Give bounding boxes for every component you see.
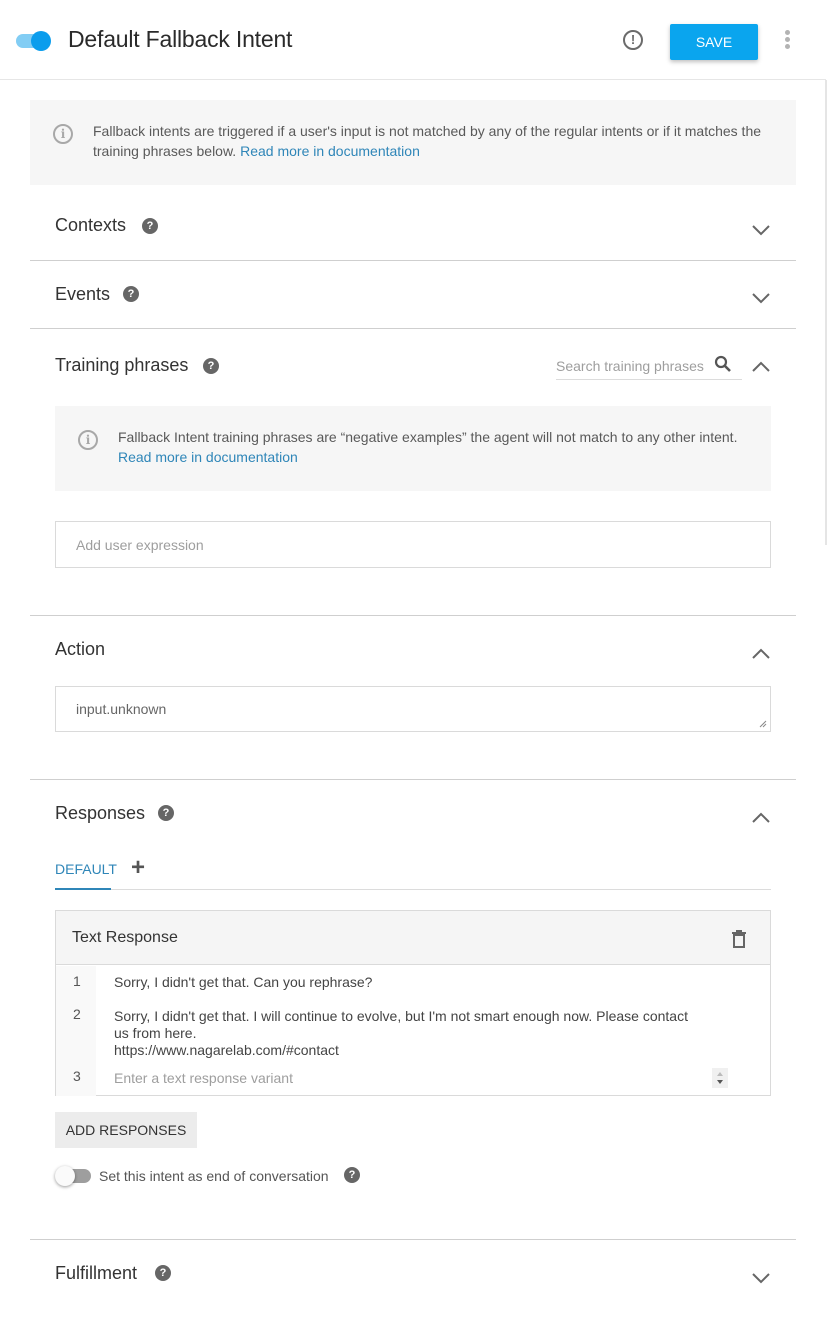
text-response-header: Text Response	[56, 911, 770, 965]
chevron-down-icon[interactable]	[751, 1272, 771, 1284]
tab-default[interactable]: DEFAULT	[55, 861, 117, 890]
chevron-down-icon[interactable]	[751, 292, 771, 304]
more-vert-icon[interactable]	[783, 30, 791, 50]
intent-title[interactable]: Default Fallback Intent	[68, 26, 292, 53]
response-variant-input[interactable]: Enter a text response variant	[114, 1070, 714, 1087]
alert-circle-icon[interactable]: !	[623, 30, 643, 50]
fallback-notice: i Fallback intents are triggered if a us…	[30, 100, 796, 185]
text-response-title: Text Response	[72, 929, 178, 946]
section-title-contexts[interactable]: Contexts	[55, 215, 126, 236]
training-phrase-search	[556, 352, 742, 380]
chevron-up-icon[interactable]	[751, 361, 771, 373]
resize-grip-icon[interactable]	[759, 720, 767, 728]
help-icon[interactable]: ?	[203, 358, 219, 374]
divider	[30, 615, 796, 616]
intent-enabled-toggle[interactable]	[16, 31, 51, 51]
toggle-knob	[31, 31, 51, 51]
divider	[30, 779, 796, 780]
chevron-up-icon[interactable]	[751, 648, 771, 660]
line-number: 3	[73, 1068, 81, 1084]
notice-body: Fallback Intent training phrases are “ne…	[118, 429, 738, 445]
spinner-arrows-icon[interactable]	[712, 1068, 728, 1088]
help-icon[interactable]: ?	[344, 1167, 360, 1183]
info-icon: i	[53, 124, 73, 144]
action-value: input.unknown	[76, 701, 167, 717]
chevron-down-icon[interactable]	[751, 224, 771, 236]
response-line[interactable]: Sorry, I didn't get that. I will continu…	[114, 1008, 704, 1059]
divider	[30, 328, 796, 329]
section-title-action[interactable]: Action	[55, 639, 105, 660]
training-phrases-notice: i Fallback Intent training phrases are “…	[55, 406, 771, 491]
chevron-up-icon[interactable]	[751, 812, 771, 824]
end-conversation-toggle[interactable]	[55, 1166, 91, 1186]
line-number: 1	[73, 973, 81, 989]
response-tabs: DEFAULT +	[55, 855, 771, 890]
scrollbar[interactable]	[825, 80, 827, 545]
divider	[30, 1239, 796, 1240]
divider	[30, 260, 796, 261]
search-training-phrases-input[interactable]	[556, 354, 706, 378]
section-title-events[interactable]: Events	[55, 284, 110, 305]
save-button[interactable]: SAVE	[670, 24, 758, 60]
section-title-fulfillment[interactable]: Fulfillment	[55, 1263, 137, 1284]
end-conversation-label: Set this intent as end of conversation	[99, 1168, 329, 1184]
add-responses-button[interactable]: ADD RESPONSES	[55, 1112, 197, 1148]
help-icon[interactable]: ?	[142, 218, 158, 234]
help-icon[interactable]: ?	[158, 805, 174, 821]
documentation-link[interactable]: Read more in documentation	[118, 449, 298, 465]
search-icon[interactable]	[714, 355, 732, 373]
text-response-card: Text Response 1 Sorry, I didn't get that…	[55, 910, 771, 1096]
response-line-url: https://www.nagarelab.com/#contact	[114, 1042, 339, 1058]
add-user-expression-input[interactable]	[55, 521, 771, 568]
response-line[interactable]: Sorry, I didn't get that. Can you rephra…	[114, 974, 714, 991]
line-number: 2	[73, 1006, 81, 1022]
trash-icon[interactable]	[731, 929, 747, 948]
notice-text: Fallback intents are triggered if a user…	[93, 121, 783, 161]
section-title-responses[interactable]: Responses	[55, 803, 145, 824]
action-field[interactable]: input.unknown	[55, 686, 771, 732]
help-icon[interactable]: ?	[123, 286, 139, 302]
info-icon: i	[78, 430, 98, 450]
add-tab-plus-icon[interactable]: +	[131, 855, 145, 881]
intent-header: Default Fallback Intent ! SAVE	[0, 0, 826, 80]
notice-text: Fallback Intent training phrases are “ne…	[118, 427, 758, 467]
notice-body: Fallback intents are triggered if a user…	[93, 123, 762, 159]
toggle-knob	[55, 1166, 75, 1186]
documentation-link[interactable]: Read more in documentation	[240, 143, 420, 159]
help-icon[interactable]: ?	[155, 1265, 171, 1281]
response-line-text: Sorry, I didn't get that. I will continu…	[114, 1008, 688, 1041]
section-title-training-phrases[interactable]: Training phrases	[55, 355, 188, 376]
